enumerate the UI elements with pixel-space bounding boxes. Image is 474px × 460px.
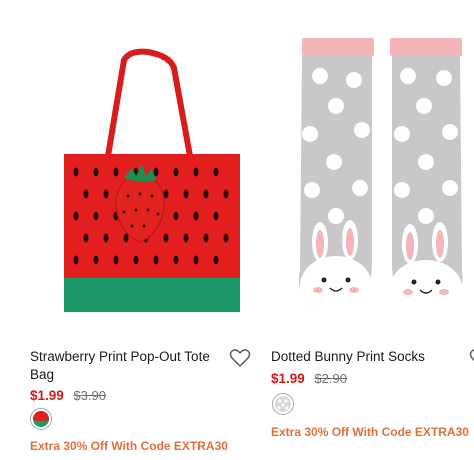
swatch-bunny-icon — [275, 396, 291, 412]
product-title[interactable]: Strawberry Print Pop-Out Tote Bag — [30, 348, 220, 384]
product-title[interactable]: Dotted Bunny Print Socks — [271, 348, 471, 366]
promo-text: Extra 30% Off With Code EXTRA30 — [271, 425, 469, 439]
color-swatch-bunny[interactable] — [272, 393, 294, 415]
color-swatch-strawberry[interactable] — [30, 408, 52, 430]
price-row: $1.99 $3.90 — [30, 388, 106, 403]
original-price: $2.90 — [314, 371, 347, 386]
product-image-bunny-socks[interactable] — [262, 38, 474, 328]
promo-text: Extra 30% Off With Code EXTRA30 — [30, 439, 228, 453]
sale-price: $1.99 — [30, 388, 64, 403]
sale-price: $1.99 — [271, 371, 305, 386]
price-row: $1.99 $2.90 — [271, 371, 347, 386]
heart-outline-icon[interactable] — [229, 348, 251, 368]
heart-outline-icon[interactable] — [469, 348, 474, 368]
original-price: $3.90 — [73, 388, 106, 403]
product-image-strawberry-tote[interactable] — [20, 38, 240, 328]
swatch-strawberry-icon — [33, 411, 49, 427]
